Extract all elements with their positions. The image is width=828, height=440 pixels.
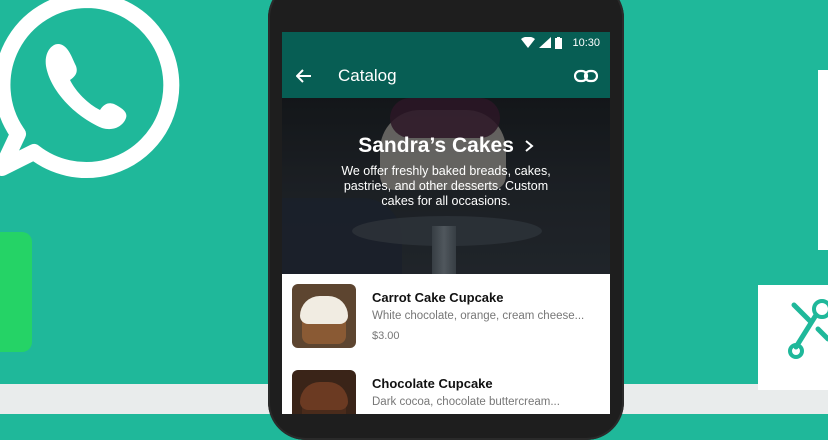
tools-icon xyxy=(788,299,828,359)
business-name-link[interactable]: Sandra’s Cakes xyxy=(282,134,610,158)
status-time: 10:30 xyxy=(572,36,600,49)
product-name: Carrot Cake Cupcake xyxy=(372,290,504,305)
status-bar: 10:30 xyxy=(282,32,610,53)
side-card xyxy=(818,70,828,250)
product-name: Chocolate Cupcake xyxy=(372,376,493,391)
list-item[interactable]: Carrot Cake Cupcake White chocolate, ora… xyxy=(282,274,610,360)
signal-icon xyxy=(539,37,552,48)
link-icon[interactable] xyxy=(574,66,598,86)
phone-screen: 10:30 Catalog Sandra’s Cakes We offer fr… xyxy=(282,32,610,414)
green-accent-tab xyxy=(0,232,32,352)
business-name: Sandra’s Cakes xyxy=(358,134,514,157)
page-title: Catalog xyxy=(338,65,397,85)
list-item[interactable]: Chocolate Cupcake Dark cocoa, chocolate … xyxy=(282,360,610,414)
product-thumbnail xyxy=(292,284,356,348)
back-arrow-icon[interactable] xyxy=(294,66,314,86)
battery-icon xyxy=(555,36,563,49)
app-bar: Catalog xyxy=(282,53,610,98)
catalog-header: Sandra’s Cakes We offer freshly baked br… xyxy=(282,98,610,274)
chevron-right-icon xyxy=(525,140,534,153)
wifi-icon xyxy=(521,37,536,48)
business-description: We offer freshly baked breads, cakes, pa… xyxy=(341,164,551,208)
whatsapp-logo-icon xyxy=(0,0,180,178)
tools-card xyxy=(758,285,828,390)
product-thumbnail xyxy=(292,370,356,414)
product-description: White chocolate, orange, cream cheese... xyxy=(372,310,585,322)
product-price: $3.00 xyxy=(372,330,400,342)
product-description: Dark cocoa, chocolate buttercream... xyxy=(372,396,560,408)
